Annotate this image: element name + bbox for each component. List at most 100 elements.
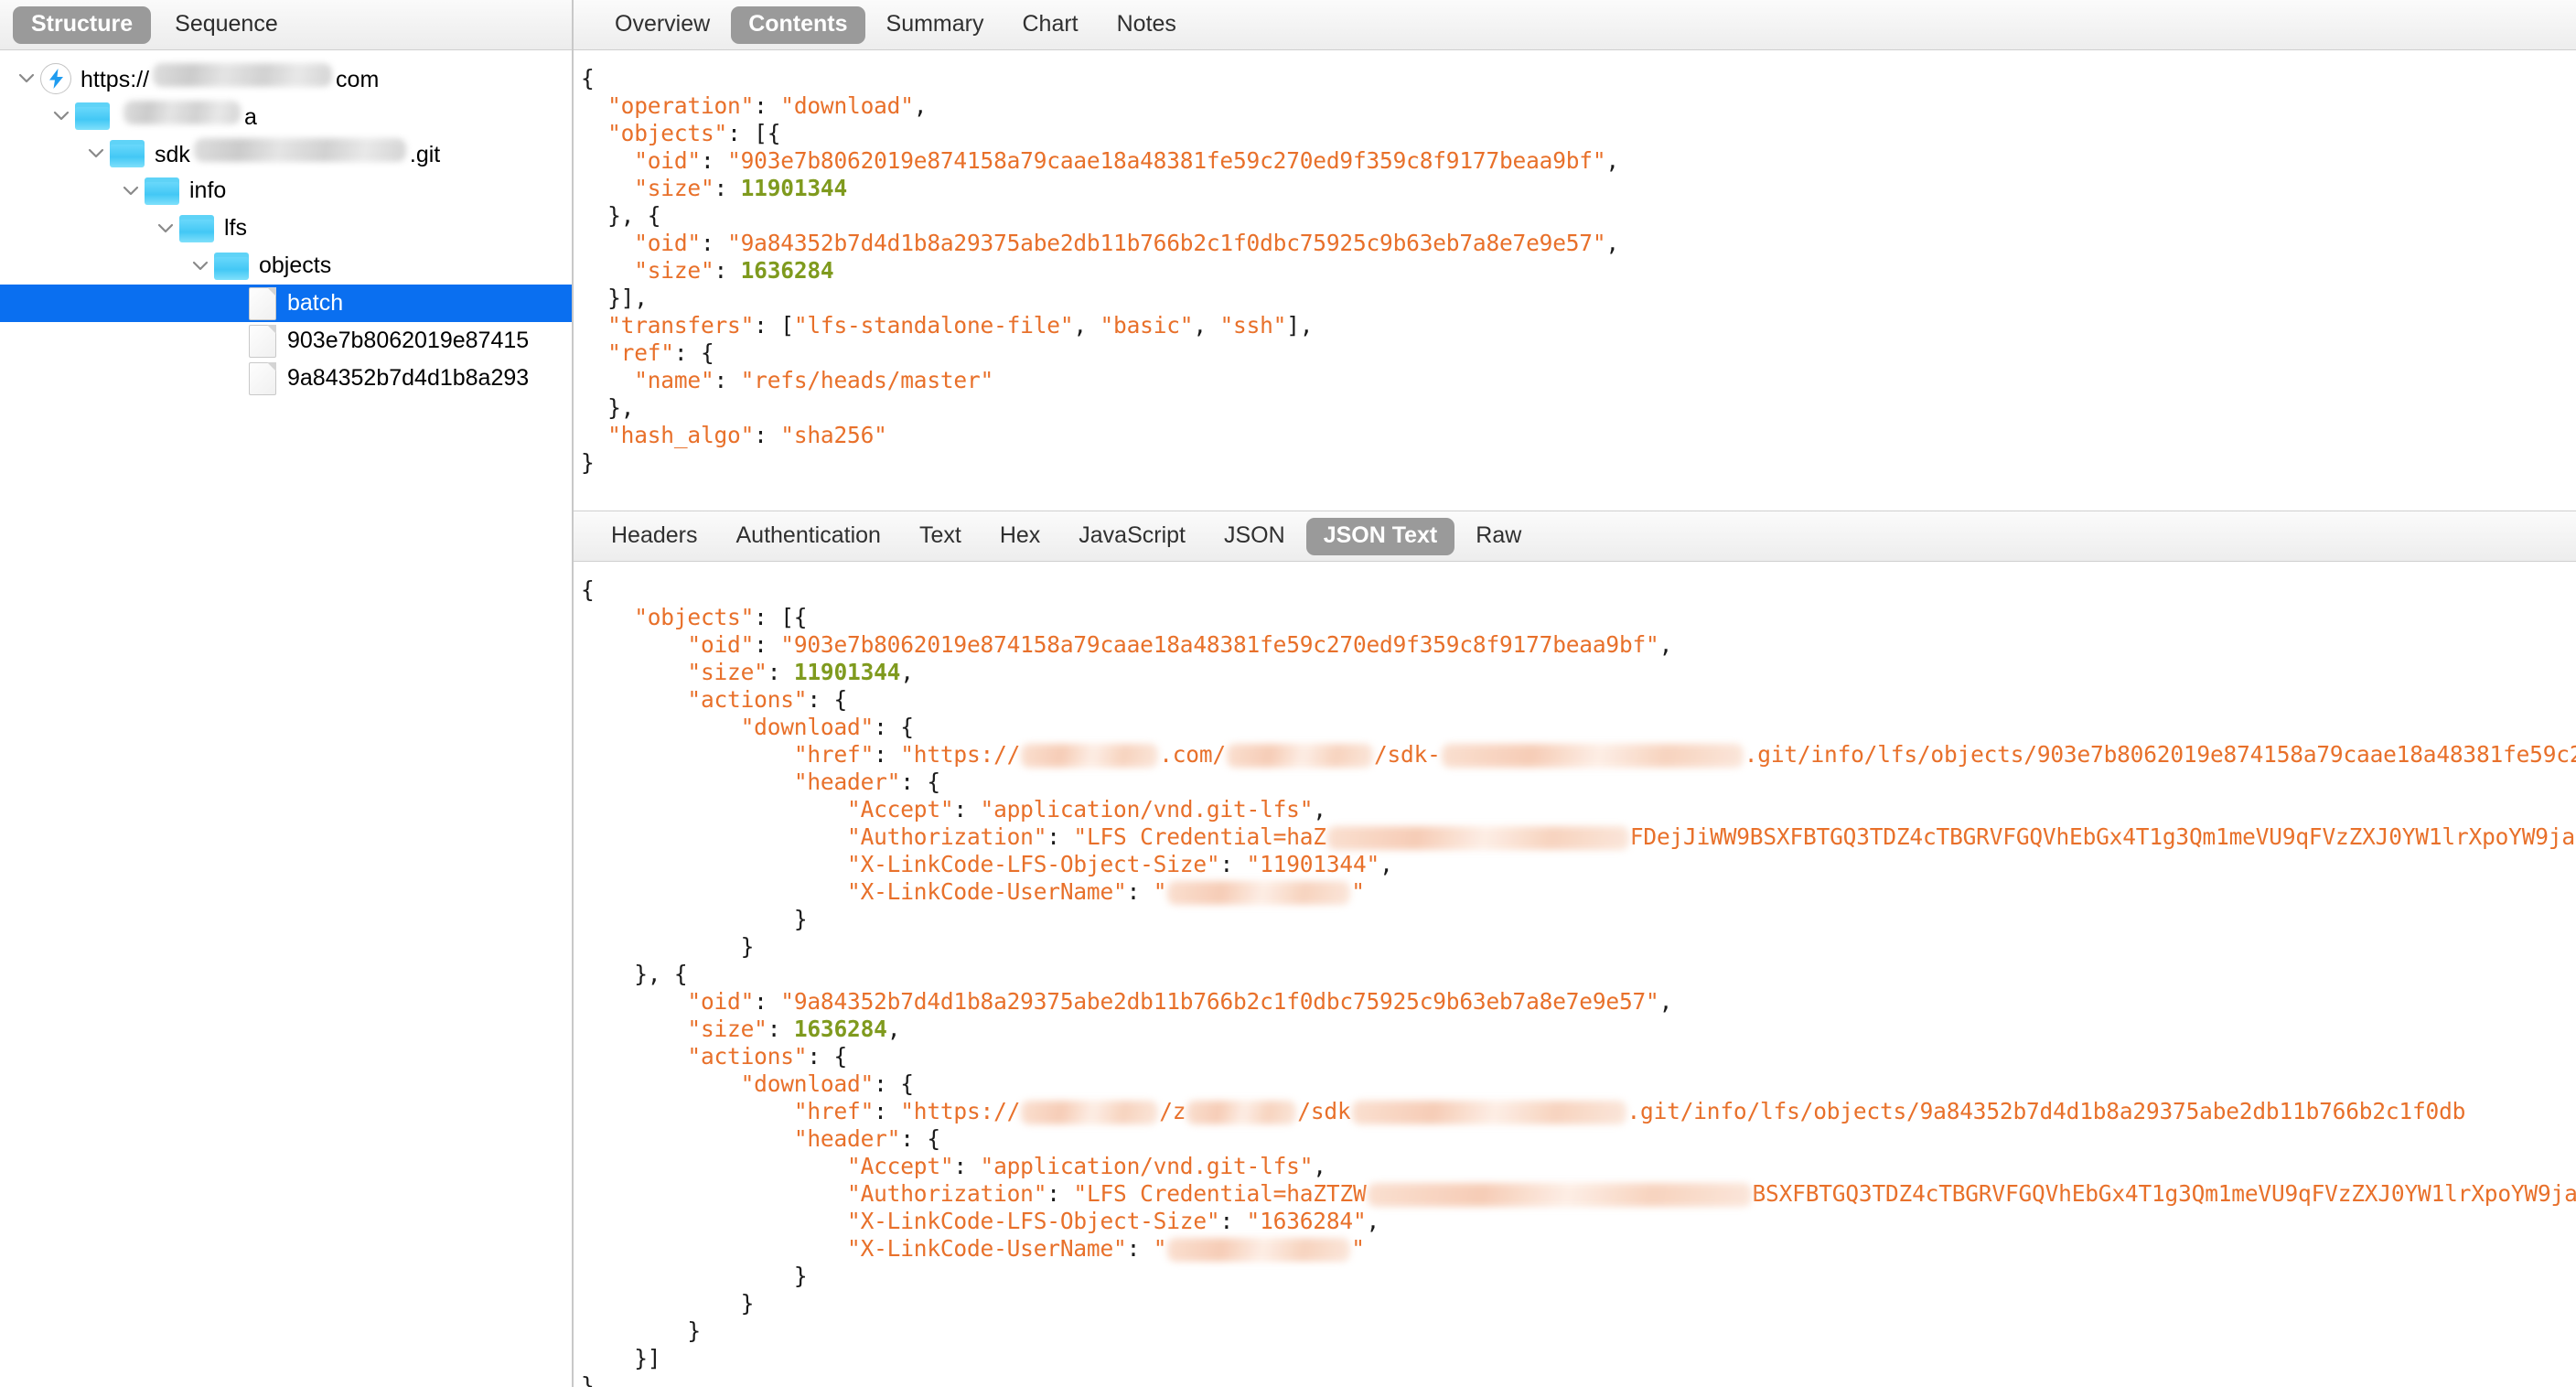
code-line: "oid": "9a84352b7d4d1b8a29375abe2db11b76… [581,988,2576,1016]
file-icon [249,362,276,395]
code-line: }], [581,285,2576,312]
code-line: "header": { [581,1125,2576,1153]
segment-sequence-label: Sequence [175,11,278,37]
tree-item-name: objects [259,253,331,279]
code-line: } [581,933,2576,961]
tree-item-suffix: a [244,104,257,131]
folder-icon [145,177,179,205]
tab-text[interactable]: Text [902,518,979,555]
code-line: "size": 11901344, [581,659,2576,686]
structure-sidebar: Structure Sequence https://com a sdk.gitin… [0,0,574,1387]
tab-authentication[interactable]: Authentication [719,518,898,555]
file-icon [249,287,276,320]
segment-structure-label: Structure [31,11,133,37]
tree-item[interactable]: info [0,172,572,210]
tree-item[interactable]: sdk.git [0,134,572,172]
tab-label: JavaScript [1079,522,1186,548]
tree-item-suffix: com [336,67,379,93]
tab-contents[interactable]: Contents [731,6,864,44]
folder-icon [179,215,214,242]
code-line: "X-LinkCode-LFS-Object-Size": "1636284", [581,1208,2576,1235]
tab-label: JSON Text [1324,522,1438,548]
tab-label: Text [919,522,961,548]
code-line: "oid": "903e7b8062019e874158a79caae18a48… [581,147,2576,175]
code-line: "actions": { [581,686,2576,714]
redacted-value [1021,744,1158,768]
code-line: "X-LinkCode-LFS-Object-Size": "11901344"… [581,851,2576,878]
request-contents-pane[interactable]: { "operation": "download", "objects": [{… [574,50,2576,511]
code-line: "Accept": "application/vnd.git-lfs", [581,1153,2576,1180]
code-line: "Authorization": "LFS Credential=haZFDej… [581,823,2576,851]
code-line: "download": { [581,714,2576,741]
code-line: "X-LinkCode-UserName": "" [581,878,2576,906]
code-line: "ref": { [581,339,2576,367]
tab-label: Authentication [736,522,881,548]
segment-structure[interactable]: Structure [13,6,151,44]
tab-label: Overview [615,11,710,37]
tree-item[interactable]: a [0,97,572,134]
tab-label: Summary [886,11,984,37]
tree-item[interactable]: lfs [0,210,572,247]
code-line: "size": 11901344 [581,175,2576,202]
disclosure-triangle[interactable] [82,148,110,158]
code-line: "oid": "9a84352b7d4d1b8a29375abe2db11b76… [581,230,2576,257]
tree-item[interactable]: batch [0,285,572,322]
redacted-text [194,138,406,162]
disclosure-triangle[interactable] [48,111,75,121]
tab-headers[interactable]: Headers [594,518,715,555]
tree-item-name: sdk [155,142,190,168]
tab-javascript[interactable]: JavaScript [1061,518,1203,555]
disclosure-triangle[interactable] [117,186,145,196]
code-line: } [581,1372,2576,1387]
tab-raw[interactable]: Raw [1458,518,1539,555]
code-line: "actions": { [581,1043,2576,1070]
code-line: } [581,1290,2576,1317]
code-line: }, { [581,961,2576,988]
tab-label: Notes [1117,11,1176,37]
tree-item-name: batch [287,290,343,317]
request-tabbar: Overview Contents Summary Chart Notes [574,0,2576,50]
code-line: "size": 1636284 [581,257,2576,285]
tab-hex[interactable]: Hex [982,518,1057,555]
tree-item-name: 903e7b8062019e87415 [287,328,529,354]
tab-json[interactable]: JSON [1207,518,1303,555]
tab-summary[interactable]: Summary [869,6,1002,44]
tree-item[interactable]: objects [0,247,572,285]
code-line: "X-LinkCode-UserName": "" [581,1235,2576,1263]
code-line: "href": "https:///z/sdk.git/info/lfs/obj… [581,1098,2576,1125]
tab-label: Hex [1000,522,1040,548]
tab-label: JSON [1224,522,1285,548]
disclosure-triangle[interactable] [187,261,214,271]
structure-tree: https://com a sdk.gitinfo lfs objects batch 90… [0,50,572,397]
tab-json-text[interactable]: JSON Text [1306,518,1455,555]
tab-overview[interactable]: Overview [597,6,727,44]
redacted-value [1442,744,1744,768]
code-line: }, [581,394,2576,422]
code-line: "oid": "903e7b8062019e874158a79caae18a48… [581,631,2576,659]
tree-item[interactable]: 9a84352b7d4d1b8a293 [0,360,572,397]
code-line: "objects": [{ [581,604,2576,631]
code-line: } [581,1263,2576,1290]
folder-icon [214,253,249,280]
sidebar-segmented-control: Structure Sequence [0,0,572,50]
redacted-value [1227,744,1373,768]
code-line: "header": { [581,769,2576,796]
disclosure-triangle[interactable] [152,223,179,233]
redacted-value [1368,1183,1752,1207]
disclosure-triangle[interactable] [13,73,40,83]
tree-item-name: lfs [224,215,247,242]
bolt-icon [40,63,71,94]
code-line: } [581,1317,2576,1345]
tree-item[interactable]: https://com [0,59,572,97]
tab-chart[interactable]: Chart [1004,6,1095,44]
response-contents-pane[interactable]: { "objects": [{ "oid": "903e7b8062019e87… [574,562,2576,1387]
request-json-code: { "operation": "download", "objects": [{… [574,50,2576,477]
http-inspector-window: Structure Sequence https://com a sdk.gitin… [0,0,2576,1387]
redacted-value [1327,826,1629,850]
tree-item[interactable]: 903e7b8062019e87415 [0,322,572,360]
segment-sequence[interactable]: Sequence [156,6,296,44]
tab-notes[interactable]: Notes [1100,6,1194,44]
tab-label: Chart [1022,11,1078,37]
redacted-value [1186,1101,1296,1124]
code-line: { [581,65,2576,92]
